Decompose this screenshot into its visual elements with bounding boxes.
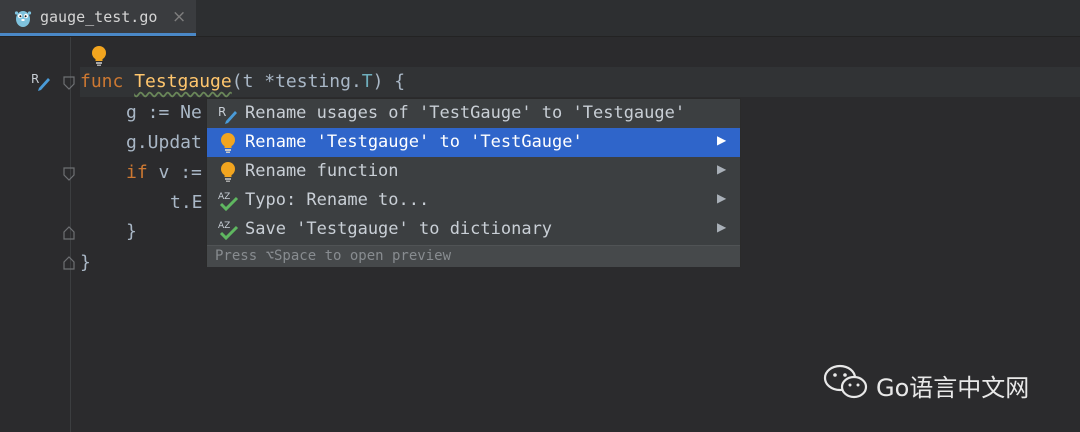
code-line-func: func Testgauge(t *testing.T) { xyxy=(80,67,405,97)
fold-marker-icon[interactable] xyxy=(63,167,75,181)
code-line-5: t.E xyxy=(170,192,203,213)
svg-text:R: R xyxy=(218,105,226,119)
gopher-icon xyxy=(14,11,32,27)
popup-item-save-to-dictionary[interactable]: AZ Save 'Testgauge' to dictionary ▶ xyxy=(207,215,740,244)
code-text: (t *testing. xyxy=(231,71,362,92)
code-text: v := xyxy=(147,162,202,183)
code-line-4: if v := xyxy=(126,158,202,188)
rename-refactor-icon: R xyxy=(218,105,237,124)
fold-marker-icon[interactable] xyxy=(63,76,75,90)
preview-hint: Press ⌥Space to open preview xyxy=(215,248,452,264)
code-line-3: g.Updat xyxy=(126,132,202,153)
function-name[interactable]: Testgauge xyxy=(134,71,232,92)
lightbulb-icon xyxy=(221,133,235,153)
tab-filename: gauge_test.go xyxy=(40,8,158,26)
popup-item-label: Save 'Testgauge' to dictionary xyxy=(245,219,553,239)
rename-refactor-icon[interactable]: R xyxy=(30,71,52,91)
code-text: ) { xyxy=(372,71,406,92)
tab-gauge-test[interactable]: gauge_test.go × xyxy=(0,0,196,36)
intention-actions-popup: R Rename usages of 'TestGauge' to 'Testg… xyxy=(206,98,741,267)
submenu-arrow-icon: ▶ xyxy=(717,133,727,147)
wechat-icon xyxy=(823,364,868,399)
fold-end-marker-icon[interactable] xyxy=(63,256,75,270)
type-name: T xyxy=(361,71,373,92)
watermark-text: Go语言中文网 xyxy=(876,374,1030,402)
spellcheck-icon: AZ xyxy=(218,221,239,241)
svg-text:R: R xyxy=(31,72,39,86)
submenu-arrow-icon: ▶ xyxy=(717,220,727,234)
editor-tab-bar: gauge_test.go × xyxy=(0,0,1080,37)
keyword: func xyxy=(80,71,135,92)
popup-item-label: Rename function xyxy=(245,161,399,181)
popup-item-label: Rename usages of 'TestGauge' to 'Testgau… xyxy=(245,103,686,123)
watermark: Go语言中文网 xyxy=(822,362,1062,406)
popup-item-rename-to-testgauge[interactable]: Rename 'Testgauge' to 'TestGauge' ▶ xyxy=(207,128,740,157)
popup-footer: Press ⌥Space to open preview xyxy=(207,245,740,267)
popup-item-rename-function[interactable]: Rename function ▶ xyxy=(207,157,740,186)
submenu-arrow-icon: ▶ xyxy=(717,162,727,176)
code-line-2: g := Ne xyxy=(126,102,202,123)
tab-close-icon[interactable]: × xyxy=(172,7,186,27)
keyword: if xyxy=(126,162,148,183)
lightbulb-icon xyxy=(221,162,235,182)
popup-item-label: Rename 'Testgauge' to 'TestGauge' xyxy=(245,132,583,152)
code-line-7: } xyxy=(80,252,91,273)
svg-text:AZ: AZ xyxy=(218,192,230,202)
lightbulb-icon[interactable] xyxy=(90,45,108,67)
fold-end-marker-icon[interactable] xyxy=(63,226,75,240)
popup-item-rename-usages[interactable]: R Rename usages of 'TestGauge' to 'Testg… xyxy=(207,99,740,128)
popup-item-label: Typo: Rename to... xyxy=(245,190,430,210)
popup-item-typo-rename[interactable]: AZ Typo: Rename to... ▶ xyxy=(207,186,740,215)
submenu-arrow-icon: ▶ xyxy=(717,191,727,205)
code-line-6: } xyxy=(126,221,137,242)
svg-text:AZ: AZ xyxy=(218,221,230,231)
spellcheck-icon: AZ xyxy=(218,192,239,212)
